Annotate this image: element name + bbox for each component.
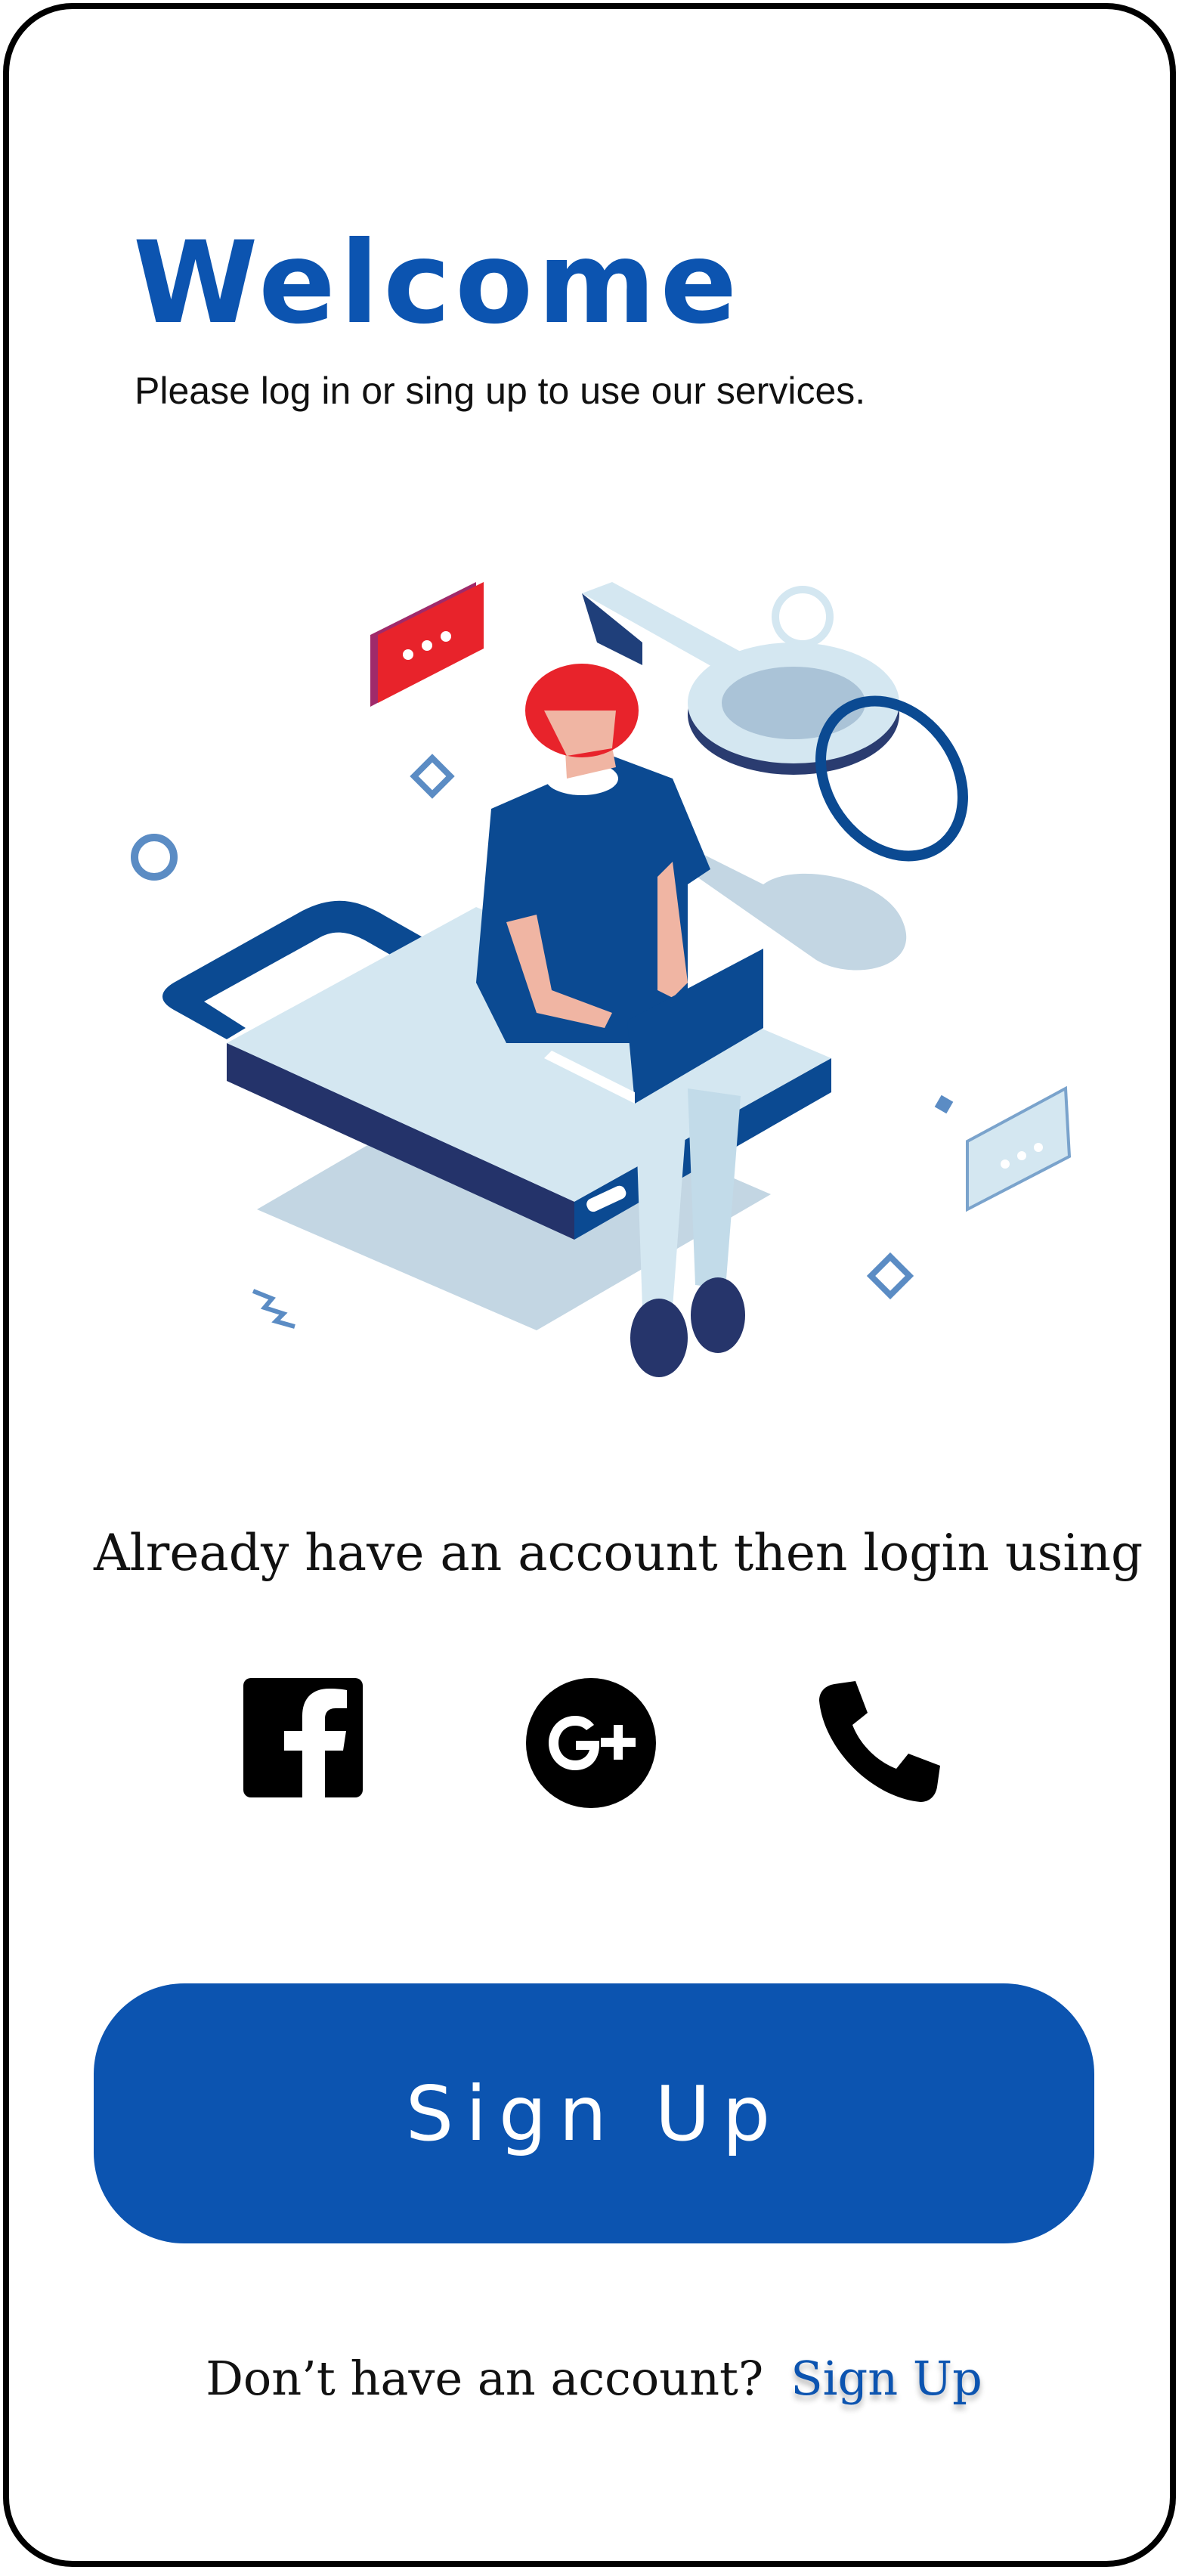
login-illustration bbox=[131, 582, 1072, 1377]
ring-decoration-icon bbox=[772, 586, 834, 648]
login-prompt-text: Already have an account then login using bbox=[94, 1524, 1143, 1582]
sign-up-button[interactable]: Sign Up bbox=[94, 1983, 1094, 2243]
google-plus-icon bbox=[526, 1678, 656, 1808]
ring-decoration-icon bbox=[131, 834, 178, 881]
phone-login-button[interactable] bbox=[812, 1677, 945, 1810]
page-subtitle: Please log in or sing up to use our serv… bbox=[135, 370, 866, 412]
facebook-login-button[interactable] bbox=[243, 1677, 376, 1810]
page-title: Welcome bbox=[133, 218, 742, 349]
dot-decoration-icon bbox=[934, 1094, 954, 1114]
footer-text: Don’t have an account? bbox=[206, 2351, 764, 2406]
chat-bubble-red-icon bbox=[370, 582, 484, 707]
phone-icon bbox=[819, 1681, 940, 1802]
zigzag-decoration-icon bbox=[252, 1289, 295, 1329]
footer-signup-prompt: Don’t have an account? Sign Up bbox=[0, 2351, 1188, 2406]
facebook-icon bbox=[243, 1678, 363, 1797]
square-decoration-icon bbox=[410, 754, 455, 799]
square-decoration-icon bbox=[866, 1252, 914, 1300]
chat-bubble-blue-icon bbox=[966, 1085, 1072, 1212]
google-plus-login-button[interactable] bbox=[524, 1677, 657, 1810]
footer-sign-up-link[interactable]: Sign Up bbox=[790, 2351, 982, 2406]
